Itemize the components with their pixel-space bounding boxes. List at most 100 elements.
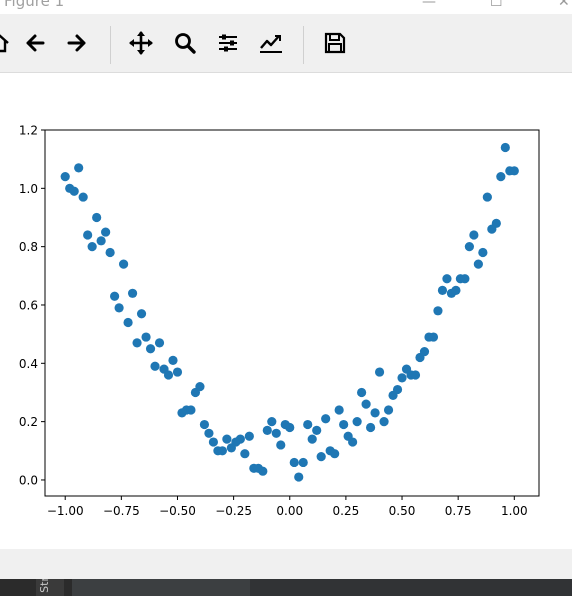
x-tick-label: −0.75 xyxy=(103,504,140,518)
pan-button[interactable] xyxy=(126,28,156,58)
data-point xyxy=(163,370,174,380)
data-point xyxy=(307,434,317,444)
data-point xyxy=(419,347,430,357)
data-point xyxy=(383,405,394,415)
data-point xyxy=(262,425,272,435)
data-point xyxy=(374,367,385,377)
toolbar-separator xyxy=(110,26,111,64)
home-button[interactable] xyxy=(0,28,14,58)
data-point xyxy=(123,317,133,328)
data-point xyxy=(244,431,254,441)
status-bar xyxy=(0,549,572,579)
data-point xyxy=(258,466,268,476)
data-point xyxy=(437,285,448,295)
title-bar: Figure 1 — ☐ ✕ xyxy=(0,0,572,14)
arrow-right-icon xyxy=(67,34,86,52)
data-point xyxy=(78,192,88,202)
y-tick-label: 0.8 xyxy=(19,240,38,254)
move-icon xyxy=(129,31,153,55)
data-point xyxy=(357,387,367,398)
data-point xyxy=(105,247,115,258)
subplots-button[interactable] xyxy=(213,28,243,58)
data-point xyxy=(222,434,232,444)
data-point xyxy=(195,382,205,392)
edit-axes-button[interactable] xyxy=(256,28,286,58)
axes-frame xyxy=(44,129,540,497)
sliders-icon xyxy=(219,34,237,52)
data-point xyxy=(168,355,178,365)
data-point xyxy=(83,230,93,240)
data-point xyxy=(154,338,165,348)
data-point xyxy=(348,437,358,447)
x-tick-label: 1.00 xyxy=(501,504,528,518)
data-point xyxy=(433,306,443,316)
data-point xyxy=(509,166,519,176)
back-button[interactable] xyxy=(20,28,50,58)
data-point xyxy=(496,172,506,182)
data-point xyxy=(289,457,299,468)
data-point xyxy=(370,408,380,418)
data-point xyxy=(172,367,183,377)
data-point xyxy=(110,291,120,301)
y-tick-label: 0.6 xyxy=(19,298,38,312)
data-point xyxy=(410,370,421,380)
data-point xyxy=(141,332,151,342)
figure-canvas[interactable]: −1.00 −0.75 −0.50 −0.25 0.00 0.25 0.50 0.75 1.00… xyxy=(0,73,572,549)
data-point xyxy=(150,361,160,371)
taskbar-label: Str xyxy=(38,579,51,593)
arrow-left-icon xyxy=(26,34,45,52)
data-point xyxy=(379,417,389,427)
data-point xyxy=(469,230,479,240)
data-point xyxy=(114,303,124,313)
zoom-button[interactable] xyxy=(170,28,200,58)
data-point xyxy=(136,309,147,319)
x-tick-label: 0.50 xyxy=(389,504,416,518)
scatter-plot: −1.00 −0.75 −0.50 −0.25 0.00 0.25 0.50 0.75 1.00… xyxy=(19,124,540,518)
data-point xyxy=(361,399,371,409)
data-point xyxy=(208,437,219,447)
data-point xyxy=(199,419,210,430)
save-button[interactable] xyxy=(320,28,350,58)
data-point xyxy=(127,288,138,298)
data-point xyxy=(339,419,349,430)
data-point xyxy=(96,236,106,246)
data-point xyxy=(240,449,250,459)
data-point xyxy=(442,274,452,284)
data-point xyxy=(271,428,281,438)
data-point xyxy=(186,405,196,415)
data-point xyxy=(451,285,461,295)
data-point xyxy=(294,472,304,482)
window-title: Figure 1 xyxy=(4,0,65,10)
data-point xyxy=(132,338,142,348)
data-point xyxy=(235,434,245,444)
data-point xyxy=(473,259,483,269)
data-point xyxy=(460,274,470,284)
x-tick-label: −1.00 xyxy=(47,504,84,518)
data-point xyxy=(285,422,295,433)
data-point xyxy=(204,428,214,438)
y-axis-ticks: 0.0 0.2 0.4 0.6 0.8 1.0 1.2 xyxy=(19,124,45,487)
data-point xyxy=(392,384,403,395)
forward-button[interactable] xyxy=(62,28,92,58)
data-point xyxy=(101,227,111,237)
minimize-button[interactable]: — xyxy=(422,0,436,10)
maximize-button[interactable]: ☐ xyxy=(490,0,503,10)
data-point xyxy=(491,218,501,228)
close-button[interactable]: ✕ xyxy=(558,0,570,10)
data-point xyxy=(276,440,286,450)
toolbar-separator xyxy=(303,26,304,64)
data-point xyxy=(482,192,492,202)
data-points xyxy=(60,142,519,482)
data-point xyxy=(500,142,510,153)
taskbar: Str xyxy=(0,579,572,596)
floppy-disk-icon xyxy=(324,32,346,54)
y-tick-label: 1.0 xyxy=(19,182,38,196)
data-point xyxy=(217,446,227,456)
data-point xyxy=(316,452,326,462)
data-point xyxy=(330,449,340,459)
y-tick-label: 0.4 xyxy=(19,357,38,371)
data-point xyxy=(428,332,439,342)
data-point xyxy=(145,344,156,354)
data-point xyxy=(118,259,129,269)
data-point xyxy=(87,242,97,252)
